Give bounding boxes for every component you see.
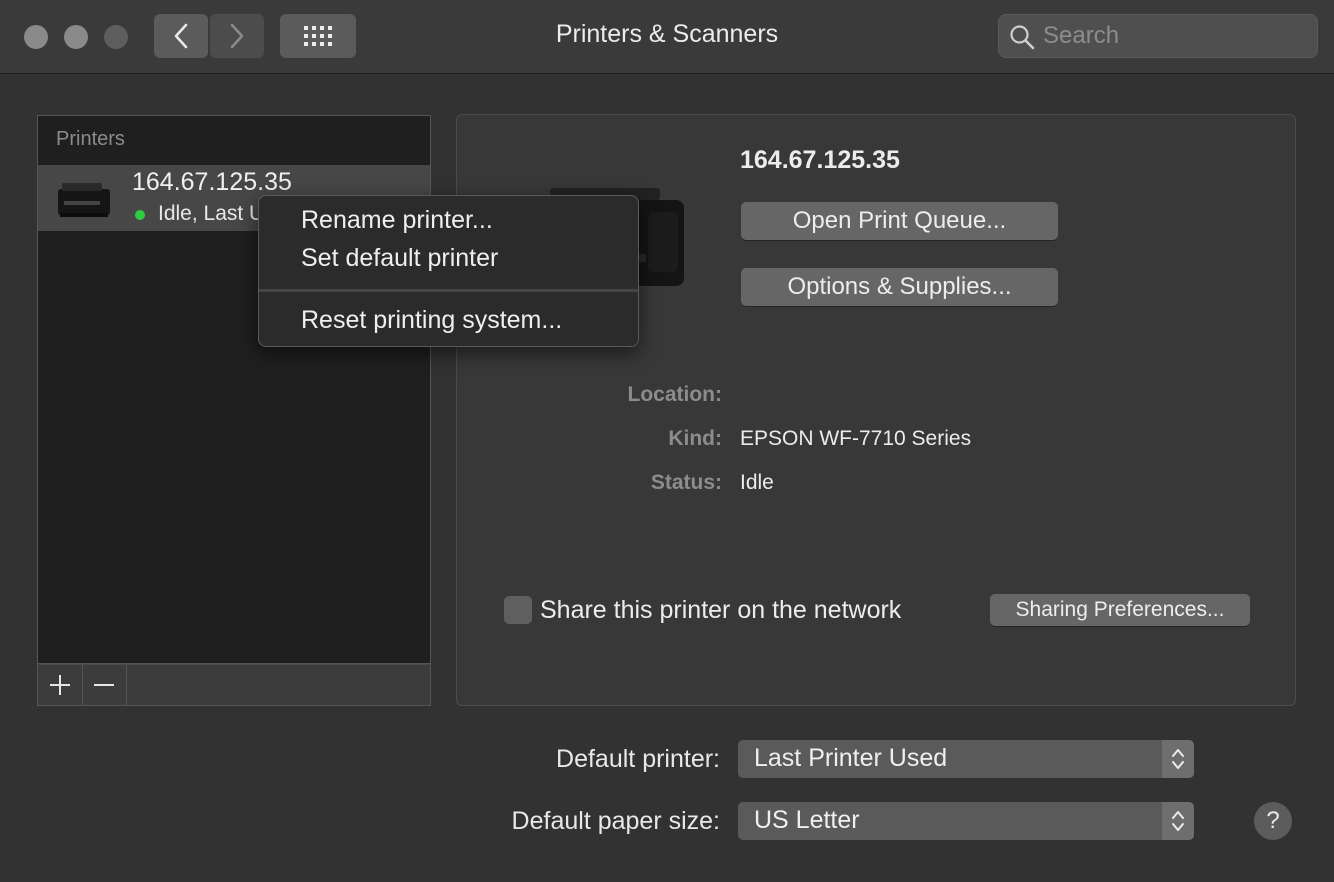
kind-value: EPSON WF-7710 Series — [740, 427, 972, 450]
remove-printer-button[interactable] — [82, 665, 127, 705]
minus-icon — [94, 684, 114, 686]
default-paper-size-value: US Letter — [754, 806, 860, 834]
search-field[interactable] — [998, 14, 1318, 58]
select-stepper — [1162, 740, 1194, 778]
plus-icon — [50, 675, 70, 695]
menu-item-reset-printing-system[interactable]: Reset printing system... — [301, 306, 562, 335]
add-printer-button[interactable] — [38, 665, 83, 705]
help-button[interactable]: ? — [1254, 802, 1292, 840]
share-printer-label[interactable]: Share this printer on the network — [540, 596, 901, 625]
share-printer-checkbox[interactable] — [504, 596, 532, 624]
printer-list-toolbar — [37, 664, 431, 706]
select-stepper — [1162, 802, 1194, 840]
printer-thumbnail-icon — [58, 183, 110, 217]
menu-separator — [259, 289, 638, 292]
default-paper-size-select[interactable]: US Letter — [738, 802, 1194, 840]
up-down-arrows-icon — [1172, 749, 1184, 769]
window-toolbar: Printers & Scanners — [0, 0, 1334, 74]
default-printer-label: Default printer: — [556, 745, 720, 773]
printers-scanners-window: Printers & Scanners Printers 164.67.125.… — [0, 0, 1334, 882]
open-print-queue-button[interactable]: Open Print Queue... — [741, 202, 1058, 240]
status-idle-indicator — [135, 210, 145, 220]
printer-context-menu: Rename printer... Set default printer Re… — [258, 195, 639, 347]
printer-list-header: Printers — [56, 128, 125, 150]
printer-list-item-name: 164.67.125.35 — [132, 168, 292, 196]
default-printer-select[interactable]: Last Printer Used — [738, 740, 1194, 778]
menu-item-set-default-printer[interactable]: Set default printer — [301, 244, 498, 273]
location-label: Location: — [627, 383, 723, 406]
default-printer-value: Last Printer Used — [754, 744, 948, 772]
kind-label: Kind: — [668, 427, 722, 450]
status-value: Idle — [740, 471, 774, 494]
default-paper-size-label: Default paper size: — [511, 807, 720, 835]
menu-item-rename-printer[interactable]: Rename printer... — [301, 206, 493, 235]
up-down-arrows-icon — [1172, 811, 1184, 831]
printer-detail-name: 164.67.125.35 — [740, 146, 900, 174]
status-label: Status: — [650, 471, 722, 494]
search-input[interactable] — [1043, 15, 1303, 57]
options-supplies-button[interactable]: Options & Supplies... — [741, 268, 1058, 306]
search-icon — [1010, 25, 1035, 50]
sharing-preferences-button[interactable]: Sharing Preferences... — [990, 594, 1250, 626]
